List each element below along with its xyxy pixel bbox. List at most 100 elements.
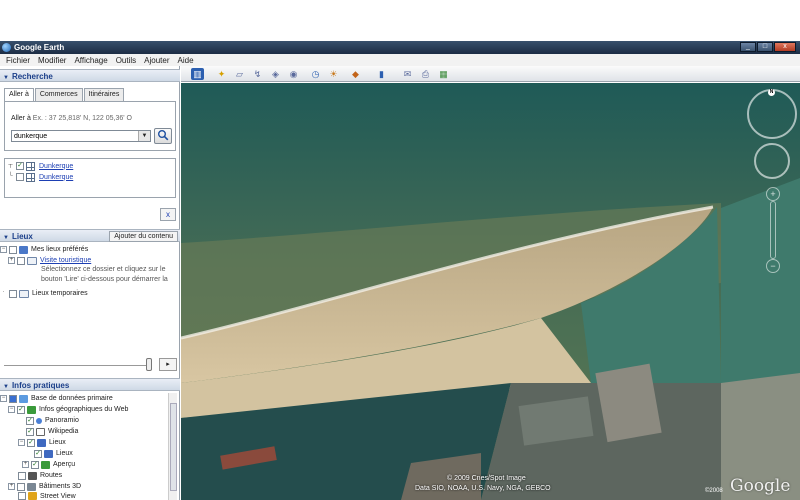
globe-icon (19, 394, 28, 403)
menu-ajouter[interactable]: Ajouter (140, 56, 173, 65)
menu-fichier[interactable]: Fichier (2, 56, 34, 65)
tab-commerces[interactable]: Commerces (34, 88, 83, 101)
expand-icon[interactable]: + (22, 461, 29, 468)
tab-itineraires[interactable]: Itinéraires (83, 88, 125, 101)
zoom-in-button[interactable]: + (766, 187, 780, 201)
menu-affichage[interactable]: Affichage (70, 56, 111, 65)
layer-label: Lieux (49, 439, 66, 446)
history-icon[interactable]: ◷ (309, 68, 322, 80)
goto-hint: Ex. : 37 25,818' N, 122 05,36' O (32, 115, 132, 122)
sun-icon[interactable]: ☀ (327, 68, 340, 80)
layers-panel-header[interactable]: ▼ Infos pratiques (0, 378, 180, 391)
checkbox-checked[interactable]: ✓ (27, 438, 35, 447)
email-icon[interactable]: ✉ (401, 68, 414, 80)
layer-item[interactable]: ✓ Wikipedia (26, 426, 78, 437)
layer-item[interactable]: ✓ Panoramio (26, 415, 79, 426)
layer-item[interactable]: ✓ Lieux (34, 448, 73, 459)
checkbox-checked[interactable]: ✓ (16, 162, 24, 170)
checkbox-checked[interactable]: ✓ (17, 405, 25, 414)
checkbox-partial[interactable] (9, 394, 17, 403)
planets-icon[interactable]: ◆ (349, 68, 362, 80)
sidebar: ▼ Recherche Aller à Commerces Itinéraires… (0, 66, 180, 500)
search-button[interactable] (154, 128, 172, 144)
checkbox-checked[interactable]: ✓ (26, 427, 34, 436)
path-icon[interactable]: ↯ (251, 68, 264, 80)
layer-label: Bâtiments 3D (39, 483, 82, 490)
sidebar-toggle-icon[interactable]: ▥ (191, 68, 204, 80)
layers-scrollbar[interactable] (168, 393, 177, 500)
checkbox[interactable] (9, 245, 17, 254)
layer-item[interactable]: Street View (18, 492, 76, 500)
expand-icon[interactable]: + (8, 257, 15, 264)
places-panel-header[interactable]: ▼ Lieux Ajouter du contenu (0, 229, 180, 242)
ruler-icon[interactable]: ▮ (375, 68, 388, 80)
close-button[interactable]: x (774, 42, 796, 52)
maximize-button[interactable]: □ (757, 42, 773, 52)
collapse-icon[interactable]: − (0, 395, 7, 402)
checkbox[interactable] (9, 289, 17, 298)
layer-item[interactable]: + ✓ Aperçu (22, 459, 75, 470)
minimize-button[interactable]: _ (740, 42, 756, 52)
checkbox-checked[interactable]: ✓ (26, 416, 34, 425)
add-content-button[interactable]: Ajouter du contenu (109, 231, 178, 242)
chevron-down-icon[interactable]: ▼ (138, 131, 150, 141)
expand-icon[interactable]: + (8, 483, 15, 490)
layer-item[interactable]: − ✓ Infos géographiques du Web (8, 404, 128, 415)
collapse-icon[interactable]: − (18, 439, 25, 446)
tab-goto[interactable]: Aller à (4, 88, 34, 102)
folder-icon (19, 289, 29, 298)
checkbox[interactable] (18, 492, 26, 500)
checkbox[interactable] (18, 471, 26, 480)
result-link[interactable]: Dunkerque (39, 163, 73, 170)
tour-record-icon[interactable]: ◉ (287, 68, 300, 80)
clear-results-button[interactable]: x (160, 208, 176, 221)
checkbox-checked[interactable]: ✓ (34, 449, 42, 458)
overlay-icon[interactable]: ◈ (269, 68, 282, 80)
list-item[interactable]: └ Dunkerque (7, 172, 73, 182)
tour-link[interactable]: Visite touristique (40, 257, 91, 264)
layer-item[interactable]: − ✓ Lieux (18, 437, 66, 448)
layer-item[interactable]: − Base de données primaire (0, 393, 113, 404)
print-icon[interactable]: ⎙ (419, 68, 432, 80)
desktop-background (0, 0, 800, 41)
menu-aide[interactable]: Aide (174, 56, 198, 65)
title-bar: Google Earth _ □ x (0, 41, 800, 54)
placemark-icon[interactable]: ✦ (215, 68, 228, 80)
search-panel-header[interactable]: ▼ Recherche (0, 69, 180, 82)
checkbox[interactable] (16, 173, 24, 181)
layer-label: Routes (40, 472, 63, 479)
layer-item[interactable]: + Bâtiments 3D (8, 481, 81, 492)
collapse-arrow-icon: ▼ (3, 235, 9, 241)
roads-icon (28, 471, 37, 480)
tour-slider-thumb[interactable] (146, 358, 152, 371)
play-tour-button[interactable]: ▸ (159, 358, 177, 371)
wikipedia-icon (36, 427, 45, 436)
map-view[interactable]: N + − © 2009 Cnes/Spot Image Data SIO, N… (181, 83, 800, 500)
result-link[interactable]: Dunkerque (39, 174, 73, 181)
menu-outils[interactable]: Outils (112, 56, 140, 65)
list-item[interactable]: ┬ ✓ Dunkerque (7, 161, 73, 171)
tree-item-my-places[interactable]: − Mes lieux préférés (0, 244, 88, 255)
layer-item[interactable]: Routes (18, 470, 62, 481)
imagery-credit: © 2009 Cnes/Spot Image (447, 475, 526, 482)
search-results: ┬ ✓ Dunkerque └ Dunkerque (4, 158, 176, 198)
move-joystick[interactable] (754, 143, 790, 179)
search-input[interactable] (11, 130, 151, 142)
collapse-icon[interactable]: · (0, 289, 7, 297)
collapse-icon[interactable]: − (0, 246, 7, 253)
tree-item-temporary[interactable]: · Lieux temporaires (0, 288, 88, 299)
menu-modifier[interactable]: Modifier (34, 56, 70, 65)
look-compass[interactable] (747, 89, 797, 139)
scrollbar-thumb[interactable] (170, 403, 177, 491)
search-icon (158, 130, 169, 141)
tree-item-tour[interactable]: + Visite touristique (8, 255, 91, 266)
checkbox[interactable] (17, 482, 25, 491)
collapse-icon[interactable]: − (8, 406, 15, 413)
checkbox[interactable] (17, 256, 25, 265)
zoom-slider[interactable] (770, 201, 776, 259)
polygon-icon[interactable]: ▱ (233, 68, 246, 80)
google-maps-icon[interactable]: ▦ (437, 68, 450, 80)
tour-slider-track[interactable] (4, 365, 150, 366)
checkbox-checked[interactable]: ✓ (31, 460, 39, 469)
zoom-out-button[interactable]: − (766, 259, 780, 273)
